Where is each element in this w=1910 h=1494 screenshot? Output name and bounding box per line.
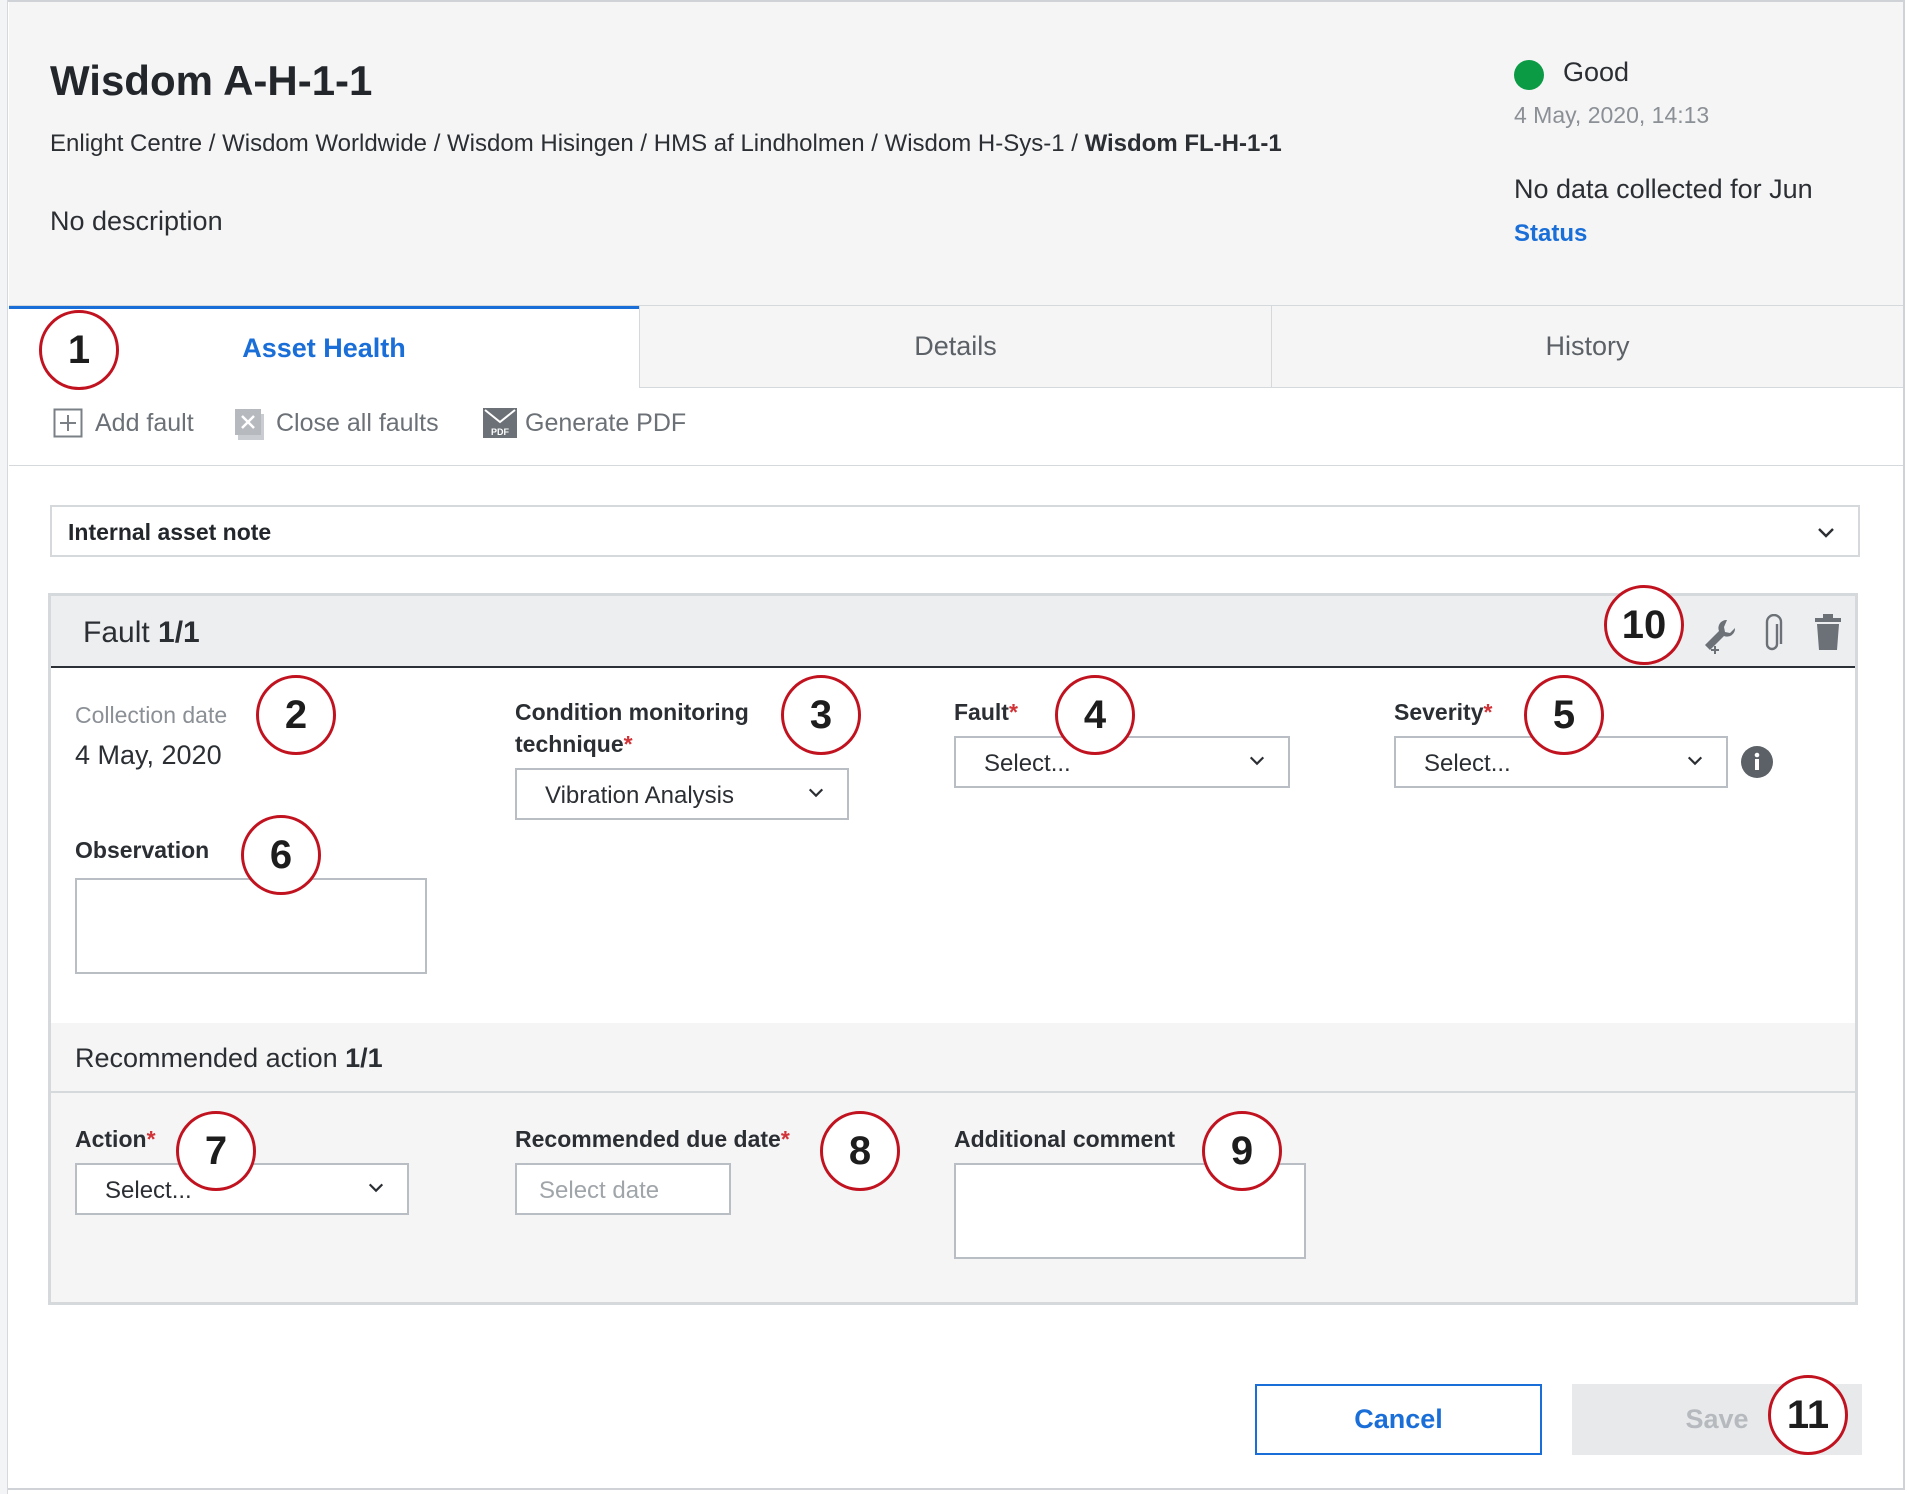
action-label: Action*	[75, 1126, 156, 1152]
callout-badge: 3	[781, 675, 861, 755]
fault-toolbar: Add fault Close all faults PDF Generate …	[9, 388, 1903, 466]
add-fault-label: Add fault	[95, 408, 194, 437]
asset-title: Wisdom A-H-1-1	[50, 57, 373, 104]
chevron-down-icon	[1818, 528, 1834, 538]
trash-icon[interactable]	[1813, 614, 1843, 657]
tab-bar: Asset Health Details History	[9, 306, 1903, 388]
fault-card-header: Fault 1/1	[51, 596, 1855, 668]
recommended-action-header: Recommended action 1/1	[51, 1023, 1855, 1093]
callout-badge: 11	[1768, 1375, 1848, 1455]
asset-description: No description	[50, 206, 223, 236]
collection-date-label: Collection date	[75, 702, 228, 728]
callout-badge: 5	[1524, 675, 1604, 755]
asset-header: Wisdom A-H-1-1 Enlight Centre / Wisdom W…	[9, 2, 1903, 306]
fault-title: Fault 1/1	[83, 616, 200, 649]
callout-badge: 1	[39, 310, 119, 390]
status-indicator-dot	[1514, 60, 1544, 90]
close-all-faults-label: Close all faults	[276, 408, 439, 437]
observation-label: Observation	[75, 837, 210, 863]
callout-badge: 4	[1055, 675, 1135, 755]
callout-badge: 9	[1202, 1111, 1282, 1191]
fault-count: 1/1	[158, 616, 200, 649]
close-box-icon	[234, 408, 264, 440]
close-all-faults-button[interactable]: Close all faults	[234, 408, 439, 440]
breadcrumb: Enlight Centre / Wisdom Worldwide / Wisd…	[50, 130, 1282, 158]
add-fault-button[interactable]: Add fault	[53, 408, 194, 438]
cancel-button[interactable]: Cancel	[1255, 1384, 1542, 1455]
severity-label: Severity*	[1394, 699, 1493, 725]
pdf-icon: PDF	[483, 408, 517, 438]
recommended-action-count: 1/1	[345, 1043, 383, 1073]
tab-details[interactable]: Details	[639, 306, 1271, 388]
fault-label: Fault*	[954, 699, 1018, 725]
due-date-input[interactable]: Select date	[515, 1163, 731, 1215]
breadcrumb-path: Enlight Centre / Wisdom Worldwide / Wisd…	[50, 130, 1085, 157]
internal-asset-note-accordion[interactable]: Internal asset note	[50, 505, 1860, 557]
wrench-icon[interactable]	[1701, 616, 1739, 659]
status-label: Good	[1563, 57, 1630, 87]
status-timestamp: 4 May, 2020, 14:13	[1514, 102, 1710, 128]
tab-history[interactable]: History	[1271, 306, 1903, 388]
left-edge	[0, 0, 8, 1494]
paperclip-icon[interactable]	[1761, 613, 1785, 659]
callout-badge: 7	[176, 1111, 256, 1191]
chevron-down-icon	[368, 1183, 384, 1193]
callout-badge: 2	[256, 675, 336, 755]
callout-badge: 10	[1604, 585, 1684, 665]
internal-note-label: Internal asset note	[68, 519, 272, 545]
callout-badge: 8	[820, 1111, 900, 1191]
status-link[interactable]: Status	[1514, 220, 1587, 248]
observation-textarea[interactable]	[75, 878, 427, 974]
breadcrumb-current: Wisdom FL-H-1-1	[1084, 130, 1282, 157]
info-icon[interactable]	[1741, 746, 1773, 783]
chevron-down-icon	[808, 788, 824, 798]
svg-text:PDF: PDF	[491, 427, 510, 437]
recommended-action-title: Recommended action 1/1	[75, 1043, 383, 1073]
collection-date-value: 4 May, 2020	[75, 740, 222, 770]
callout-badge: 6	[241, 815, 321, 895]
technique-label: Condition monitoring technique*	[515, 699, 749, 757]
no-data-message: No data collected for Jun	[1514, 174, 1813, 204]
additional-comment-label: Additional comment	[954, 1126, 1176, 1152]
recommended-action-form: Action* Select... Recommended due date* …	[51, 1093, 1855, 1302]
chevron-down-icon	[1249, 756, 1265, 766]
generate-pdf-label: Generate PDF	[525, 408, 687, 437]
add-icon	[53, 408, 83, 438]
due-date-label: Recommended due date*	[515, 1126, 790, 1152]
technique-select[interactable]: Vibration Analysis	[515, 768, 849, 820]
generate-pdf-button[interactable]: PDF Generate PDF	[483, 408, 686, 438]
chevron-down-icon	[1687, 756, 1703, 766]
